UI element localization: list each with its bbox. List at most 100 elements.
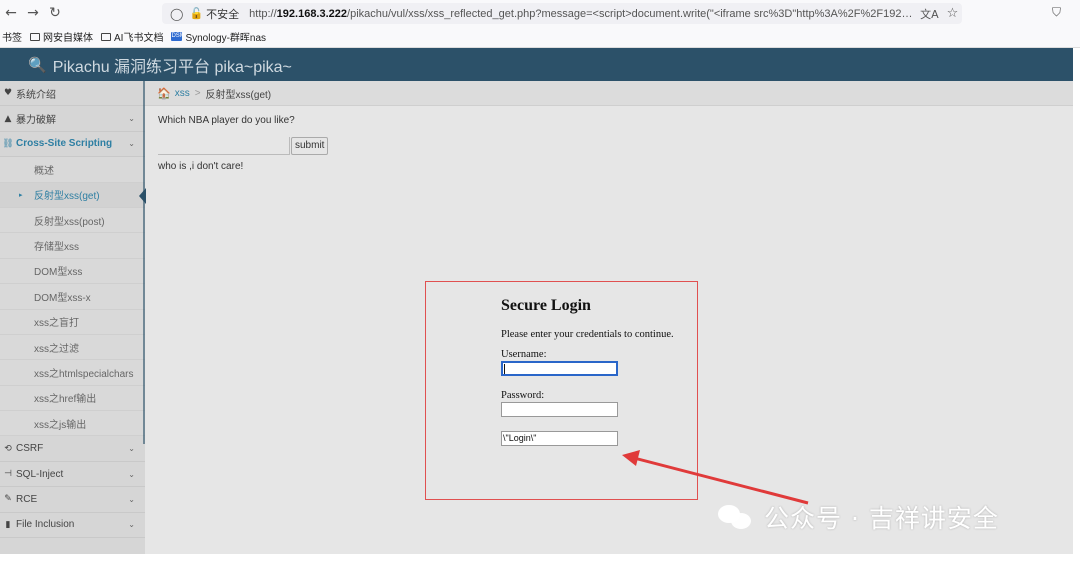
chevron-down-icon: ⌄ — [128, 520, 135, 530]
bookmark-folder[interactable]: AI飞书文档 — [101, 29, 163, 44]
chevron-down-icon: ⌄ — [128, 114, 135, 124]
shield-icon[interactable]: ◯ — [170, 7, 183, 21]
watermark-text: 公众号 · 吉祥讲安全 — [764, 504, 999, 533]
back-icon[interactable]: ← — [0, 5, 22, 21]
sidebar-subitem-label: xss之盲打 — [34, 318, 79, 330]
sidebar-divider — [143, 81, 145, 444]
insecure-label[interactable]: 不安全 — [206, 6, 239, 22]
password-field[interactable] — [501, 402, 618, 417]
sidebar-item-label: Cross-Site Scripting — [16, 138, 113, 150]
translate-icon[interactable]: 文A — [920, 6, 939, 22]
login-title: Secure Login — [501, 297, 591, 314]
sidebar-subitem-label: DOM型xss — [34, 267, 83, 279]
pocket-icon[interactable]: ⛉ — [1052, 5, 1061, 20]
link-icon: ⛓ — [2, 138, 14, 149]
sidebar-item-rce[interactable]: ✎ RCE ⌄ — [0, 487, 145, 513]
password-label: Password: — [501, 390, 545, 401]
username-field[interactable] — [501, 361, 618, 376]
url-scheme: http:// — [249, 7, 277, 20]
login-intro: Please enter your credentials to continu… — [501, 329, 674, 340]
chevron-down-icon: ⌄ — [128, 139, 135, 149]
sidebar-item-label: CSRF — [16, 443, 44, 455]
breadcrumb-separator: > — [194, 87, 201, 99]
sidebar-subitem-label: xss之href输出 — [34, 394, 97, 406]
sidebar-subitem-label: 存储型xss — [34, 242, 79, 254]
sidebar-subitem-dom[interactable]: DOM型xss — [0, 258, 145, 285]
folder-icon — [101, 32, 111, 41]
sidebar-subitem-label: 反射型xss(post) — [34, 216, 105, 228]
submit-button[interactable]: submit — [291, 137, 329, 155]
message-input[interactable] — [158, 137, 290, 155]
sidebar-item-intro[interactable]: ♥ 系统介绍 — [0, 81, 145, 107]
sidebar-subitem-js[interactable]: xss之js输出 — [0, 411, 145, 437]
sidebar-subitem-label: xss之htmlspecialchars — [34, 368, 134, 380]
sidebar-item-file-inclusion[interactable]: ▮ File Inclusion ⌄ — [0, 513, 145, 539]
sidebar-subitem-href[interactable]: xss之href输出 — [0, 385, 145, 412]
syringe-icon: ⊣ — [4, 469, 12, 480]
bookmarks-bar: 书签 网安自媒体 AI飞书文档 DSM Synology-群晖nas — [0, 26, 1080, 48]
file-icon: ▮ — [5, 519, 11, 530]
sidebar: ♥ 系统介绍 ▲ 暴力破解 ⌄ ⛓ Cross-Site Scripting ⌄… — [0, 81, 146, 554]
login-button[interactable]: \"Login\" — [501, 431, 618, 446]
sidebar-subitem-label: 反射型xss(get) — [34, 191, 100, 203]
bookmark-label: AI飞书文档 — [114, 33, 164, 44]
home-icon[interactable]: 🏠 — [157, 87, 171, 100]
synology-icon: DSM — [171, 32, 185, 41]
reload-icon[interactable]: ↻ — [44, 5, 66, 21]
url-host: 192.168.3.222 — [276, 7, 348, 20]
bookmark-folder[interactable]: 网安自媒体 — [30, 29, 93, 44]
heart-icon: ♥ — [3, 88, 13, 99]
url-path: /pikachu/vul/xss/xss_reflected_get.php?m… — [347, 7, 915, 20]
search-icon: 🔍 — [28, 55, 47, 74]
sidebar-subitem-dom-x[interactable]: DOM型xss-x — [0, 284, 145, 310]
sidebar-subitem-label: xss之js输出 — [34, 419, 87, 431]
bookmark-label: 网安自媒体 — [43, 33, 93, 44]
breadcrumb: 🏠 xss > 反射型xss(get) — [145, 81, 1073, 106]
wechat-icon — [716, 501, 754, 533]
result-text: who is ,i don't care! — [158, 161, 244, 172]
lock-icon: ▲ — [4, 113, 12, 124]
sidebar-subitem-label: DOM型xss-x — [34, 292, 91, 304]
sidebar-subitem-blind[interactable]: xss之盲打 — [0, 309, 145, 335]
sidebar-item-csrf[interactable]: ⟲ CSRF ⌄ — [0, 436, 145, 462]
breadcrumb-link[interactable]: xss — [175, 88, 190, 99]
sidebar-item-label: SQL-Inject — [16, 468, 64, 480]
url-text[interactable]: http://192.168.3.222/pikachu/vul/xss/xss… — [249, 8, 914, 20]
bookmark-item[interactable]: 书签 — [2, 29, 22, 44]
sidebar-item-label: File Inclusion — [16, 519, 75, 531]
bookmarks-label: 书签 — [2, 33, 22, 44]
forward-icon[interactable]: → — [22, 5, 44, 21]
sidebar-subitem-reflected-post[interactable]: 反射型xss(post) — [0, 207, 145, 234]
app-navbar: 🔍 Pikachu 漏洞练习平台 pika~pika~ — [0, 48, 1073, 81]
address-bar[interactable]: ◯ 🔓 不安全 http://192.168.3.222/pikachu/vul… — [162, 3, 962, 24]
pencil-icon: ✎ — [4, 494, 12, 505]
refresh-icon: ⟲ — [4, 443, 12, 454]
sidebar-subitem-stored[interactable]: 存储型xss — [0, 233, 145, 259]
chevron-down-icon: ⌄ — [128, 469, 135, 479]
sidebar-item-label: 暴力破解 — [16, 115, 56, 127]
sidebar-subitem-htmlspecialchars[interactable]: xss之htmlspecialchars — [0, 360, 145, 386]
sidebar-subitem-reflected-get[interactable]: ▸ 反射型xss(get) — [0, 182, 146, 208]
sidebar-item-label: 系统介绍 — [16, 89, 56, 101]
folder-icon — [30, 32, 40, 41]
sidebar-subitem-filter[interactable]: xss之过滤 — [0, 334, 145, 361]
watermark: 公众号 · 吉祥讲安全 — [716, 499, 999, 535]
text-caret — [504, 364, 505, 374]
sidebar-item-xss[interactable]: ⛓ Cross-Site Scripting ⌄ — [0, 132, 145, 158]
injected-iframe: Secure Login Please enter your credentia… — [425, 281, 698, 500]
bookmark-star-icon[interactable]: ☆ — [947, 6, 959, 21]
chevron-down-icon: ⌄ — [128, 444, 135, 454]
username-label: Username: — [501, 349, 547, 360]
page-edge-bottom — [0, 554, 1073, 561]
app-brand[interactable]: Pikachu 漏洞练习平台 pika~pika~ — [53, 53, 292, 77]
fake-login-form: Secure Login Please enter your credentia… — [501, 297, 674, 446]
sidebar-subitem-label: xss之过滤 — [34, 343, 79, 355]
sidebar-item-sql-inject[interactable]: ⊣ SQL-Inject ⌄ — [0, 462, 145, 488]
sidebar-subitem-label: 概述 — [34, 165, 54, 177]
sidebar-subitem-overview[interactable]: 概述 — [0, 157, 145, 183]
bookmark-item[interactable]: DSM Synology-群晖nas — [171, 29, 266, 44]
page-edge-right — [1073, 48, 1080, 561]
insecure-lock-icon[interactable]: 🔓 — [189, 7, 203, 20]
sidebar-item-brute-force[interactable]: ▲ 暴力破解 ⌄ — [0, 106, 145, 132]
